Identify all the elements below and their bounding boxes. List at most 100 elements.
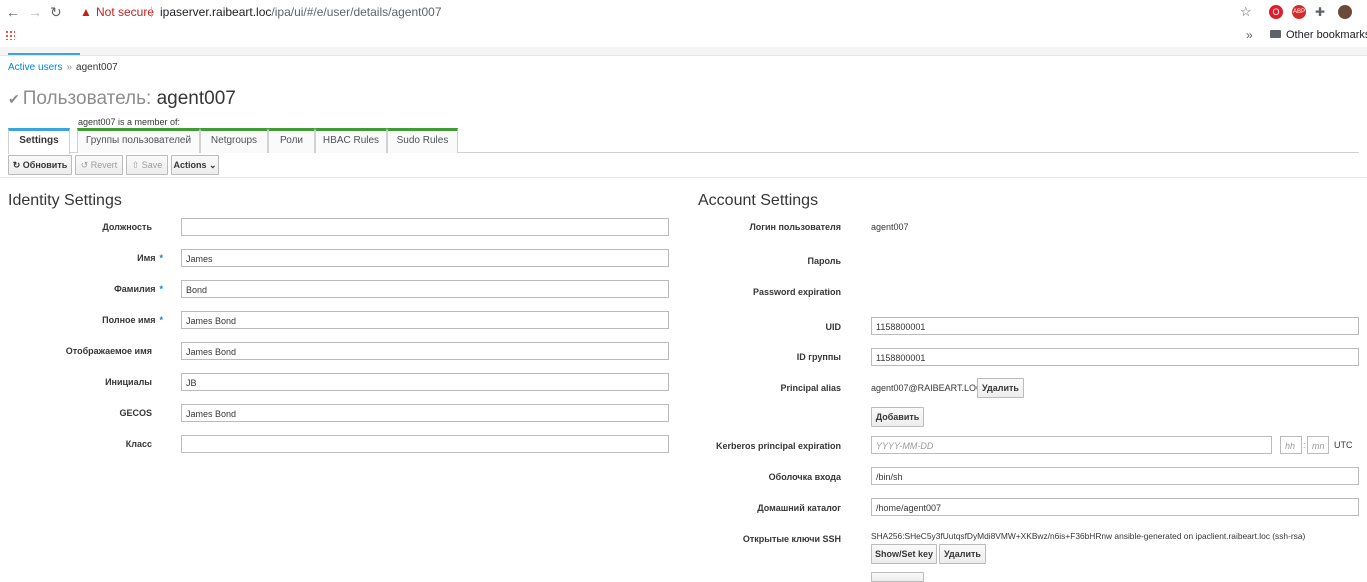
breadcrumb-active-users-link[interactable]: Active users <box>8 62 62 73</box>
principal-delete-button[interactable]: Удалить <box>977 378 1024 398</box>
label-home-directory: Домашний каталог <box>757 503 841 513</box>
tab-sudo-rules[interactable]: Sudo Rules <box>387 128 458 153</box>
label-class: Класс <box>126 439 152 449</box>
label-password: Пароль <box>807 256 842 266</box>
label-first-name: Имя * <box>137 253 163 263</box>
tab-roles[interactable]: Роли <box>268 128 315 153</box>
profile-avatar-icon[interactable] <box>1338 5 1352 19</box>
breadcrumb: Active users » agent007 <box>8 62 118 73</box>
kerberos-expiration-hour-input[interactable]: hh <box>1280 436 1302 454</box>
member-of-note: agent007 is a member of: <box>78 117 181 127</box>
login-shell-input[interactable]: /bin/sh <box>871 467 1359 485</box>
save-button[interactable]: ⇧ Save <box>126 155 168 175</box>
gecos-input[interactable]: James Bond <box>181 404 669 422</box>
show-set-key-button[interactable]: Show/Set key <box>871 544 937 564</box>
label-initials: Инициалы <box>105 377 152 387</box>
label-ssh-keys: Открытые ключи SSH <box>742 534 841 544</box>
revert-button[interactable]: ↺ Revert <box>75 155 123 175</box>
other-bookmarks-link[interactable]: Other bookmarks <box>1286 29 1367 41</box>
breadcrumb-current: agent007 <box>76 62 118 73</box>
kerberos-expiration-date-input[interactable]: YYYY-MM-DD <box>871 436 1272 454</box>
label-gid: ID группы <box>796 352 841 362</box>
revert-label: Revert <box>90 160 118 170</box>
refresh-label: Обновить <box>22 160 68 170</box>
display-name-input[interactable]: James Bond <box>181 342 669 360</box>
label-uid: UID <box>825 322 842 332</box>
ssh-add-button[interactable] <box>871 572 924 582</box>
opera-extension-icon[interactable]: O <box>1269 5 1283 19</box>
extensions-puzzle-icon[interactable]: ✚ <box>1315 5 1325 19</box>
identity-settings-title: Identity Settings <box>8 192 122 209</box>
not-secure-label[interactable]: Not secure <box>96 5 154 19</box>
actions-dropdown[interactable]: Actions ⌄ <box>171 155 219 175</box>
undo-icon: ↺ <box>80 160 89 170</box>
check-icon: ✔ <box>8 91 20 107</box>
label-text: Должность <box>102 222 152 232</box>
bookmarks-bar: » Other bookmarks <box>0 25 1367 48</box>
gid-input[interactable]: 1158800001 <box>871 348 1359 366</box>
top-nav-strip <box>0 47 1367 56</box>
url-path: /ipa/ui/#/e/user/details/agent007 <box>271 5 442 19</box>
login-value: agent007 <box>871 222 909 232</box>
chevron-double-right-icon[interactable]: » <box>1246 28 1253 42</box>
initials-input[interactable]: JB <box>181 373 669 391</box>
tab-user-groups[interactable]: Группы пользователей <box>77 128 200 153</box>
class-input[interactable] <box>181 435 669 453</box>
title-input[interactable] <box>181 218 669 236</box>
page-title: ✔ Пользователь: agent007 <box>8 88 236 110</box>
label-principal-alias: Principal alias <box>780 383 841 393</box>
forward-icon[interactable]: → <box>28 4 42 20</box>
label-text: Отображаемое имя <box>65 346 152 356</box>
apps-grid-icon[interactable] <box>5 30 15 40</box>
title-username: agent007 <box>156 88 236 109</box>
time-colon: : <box>1303 440 1306 450</box>
back-icon[interactable]: ← <box>6 4 20 20</box>
adblock-extension-icon[interactable]: ABP <box>1292 5 1306 19</box>
home-directory-input[interactable]: /home/agent007 <box>871 498 1359 516</box>
tab-hbac-rules[interactable]: HBAC Rules <box>315 128 387 153</box>
first-name-input[interactable]: James <box>181 249 669 267</box>
label-password-expiration: Password expiration <box>752 287 841 297</box>
label-text: Класс <box>125 439 152 449</box>
principal-add-button[interactable]: Добавить <box>871 407 924 427</box>
label-title: Должность <box>102 222 152 232</box>
tab-netgroups[interactable]: Netgroups <box>200 128 268 153</box>
label-kerberos-expiration: Kerberos principal expiration <box>715 441 841 451</box>
title-prefix: Пользователь: <box>22 88 152 109</box>
refresh-button[interactable]: ↻ Обновить <box>8 155 72 175</box>
label-last-name: Фамилия * <box>114 284 163 294</box>
ssh-delete-button[interactable]: Удалить <box>939 544 986 564</box>
save-label: Save <box>141 160 163 170</box>
required-asterisk: * <box>159 284 163 294</box>
upload-icon: ⇧ <box>131 160 140 170</box>
address-divider: | <box>150 4 154 18</box>
last-name-input[interactable]: Bond <box>181 280 669 298</box>
breadcrumb-separator: » <box>66 62 73 73</box>
browser-toolbar: ← → ↻ ▲ Not secure | ipaserver.raibeart.… <box>0 0 1367 25</box>
label-text: Инициалы <box>105 377 152 387</box>
reload-icon[interactable]: ↻ <box>50 4 62 21</box>
chevron-down-icon: ⌄ <box>208 160 217 170</box>
actions-label: Actions <box>173 160 207 170</box>
label-text: Фамилия <box>114 284 156 294</box>
label-text: Имя <box>137 253 156 263</box>
principal-alias-value: agent007@RAIBEART.LOC <box>871 383 983 393</box>
label-login-shell: Оболочка входа <box>768 472 841 482</box>
uid-input[interactable]: 1158800001 <box>871 317 1359 335</box>
address-bar[interactable]: ipaserver.raibeart.loc/ipa/ui/#/e/user/d… <box>160 5 442 19</box>
divider <box>0 177 1367 178</box>
required-asterisk: * <box>159 315 163 325</box>
tab-settings[interactable]: Settings <box>8 128 70 154</box>
folder-icon <box>1270 30 1281 38</box>
active-nav-indicator <box>8 53 80 55</box>
kerberos-expiration-minute-input[interactable]: mn <box>1307 436 1329 454</box>
label-text: GECOS <box>119 408 152 418</box>
full-name-input[interactable]: James Bond <box>181 311 669 329</box>
facet-tabs: Settings Группы пользователей Netgroups … <box>8 128 1359 154</box>
label-text: Полное имя <box>102 315 156 325</box>
label-gecos: GECOS <box>119 408 152 418</box>
star-icon[interactable]: ☆ <box>1240 4 1252 20</box>
timezone-label: UTC <box>1334 440 1353 450</box>
ssh-key-value: SHA256:SHeC5y3fUutqsfDyMdi8VMW+XKBwz/n6i… <box>871 531 1306 541</box>
label-full-name: Полное имя * <box>102 315 163 325</box>
